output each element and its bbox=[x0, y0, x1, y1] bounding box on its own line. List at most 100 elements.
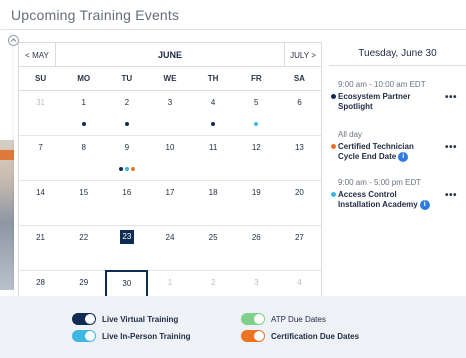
day-number: 12 bbox=[251, 143, 261, 152]
calendar-day[interactable]: 9 bbox=[105, 136, 148, 180]
agenda-event[interactable]: 9:00 am - 5:00 pm EDT Access Control Inst… bbox=[329, 178, 466, 211]
calendar-day[interactable]: 17 bbox=[148, 181, 191, 225]
event-dot bbox=[130, 167, 135, 171]
weekday-header: SU MO TU WE TH FR SA bbox=[19, 67, 321, 91]
event-time: 9:00 am - 10:00 am EDT bbox=[338, 80, 426, 89]
agenda-date: Tuesday, June 30 bbox=[329, 42, 466, 66]
agenda-event[interactable]: 9:00 am - 10:00 am EDT Ecosystem Partner … bbox=[329, 80, 466, 112]
calendar-day[interactable]: 3 bbox=[148, 91, 191, 135]
calendar-day[interactable]: 12 bbox=[235, 136, 278, 180]
collapse-icon[interactable] bbox=[8, 35, 19, 46]
calendar-week: 7 8 9 10 11 12 13 bbox=[19, 136, 321, 181]
widget-title: Upcoming Training Events bbox=[11, 7, 180, 23]
calendar-day[interactable]: 13 bbox=[278, 136, 321, 180]
calendar-day[interactable]: 31 bbox=[19, 91, 62, 135]
legend-toggle[interactable] bbox=[72, 330, 96, 342]
day-number: 1 bbox=[167, 278, 173, 287]
calendar-day[interactable]: 7 bbox=[19, 136, 62, 180]
calendar-day[interactable]: 6 bbox=[278, 91, 321, 135]
calendar-day[interactable]: 21 bbox=[19, 226, 62, 270]
event-dot bbox=[81, 122, 86, 126]
event-dot bbox=[124, 122, 129, 126]
toggle-knob bbox=[85, 331, 95, 341]
info-icon[interactable]: i bbox=[398, 152, 409, 162]
day-number: 26 bbox=[251, 233, 261, 242]
calendar-day[interactable]: 19 bbox=[235, 181, 278, 225]
day-number: 22 bbox=[79, 233, 89, 242]
weekday-label: MO bbox=[77, 74, 91, 83]
weekday-label: WE bbox=[163, 74, 177, 83]
calendar-day[interactable]: 24 bbox=[148, 226, 191, 270]
calendar-day[interactable]: 22 bbox=[62, 226, 105, 270]
legend-label: Live In-Person Training bbox=[102, 331, 191, 341]
day-number: 24 bbox=[165, 233, 175, 242]
more-options-icon[interactable]: ••• bbox=[445, 142, 457, 153]
event-title: Ecosystem Partner Spotlight bbox=[338, 92, 411, 111]
calendar-day[interactable]: 27 bbox=[278, 226, 321, 270]
month-calendar: < MAY JUNE JULY > SU MO TU WE TH FR SA 31 1 2 3 4 5… bbox=[18, 42, 322, 317]
prev-month-button[interactable]: < MAY bbox=[19, 43, 56, 67]
calendar-day[interactable]: 16 bbox=[105, 181, 148, 225]
day-number: 8 bbox=[81, 143, 86, 152]
calendar-day[interactable]: 20 bbox=[278, 181, 321, 225]
event-time: All day bbox=[338, 130, 363, 139]
calendar-day[interactable]: 14 bbox=[19, 181, 62, 225]
day-number: 4 bbox=[210, 98, 216, 107]
calendar-day[interactable]: 10 bbox=[148, 136, 191, 180]
event-dot bbox=[124, 167, 129, 171]
day-number: 16 bbox=[122, 188, 132, 197]
event-color-dot bbox=[331, 94, 336, 99]
more-options-icon[interactable]: ••• bbox=[445, 190, 457, 201]
agenda-event[interactable]: All day Certified Technician Cycle End Da… bbox=[329, 130, 466, 162]
toggle-knob bbox=[85, 314, 95, 324]
toggle-knob bbox=[254, 314, 264, 324]
weekday-label: TU bbox=[121, 74, 133, 83]
calendar-day[interactable]: 23 bbox=[105, 226, 148, 270]
day-number: 30 bbox=[122, 279, 132, 288]
event-dots bbox=[235, 122, 278, 126]
more-options-icon[interactable]: ••• bbox=[445, 92, 457, 103]
day-number: 27 bbox=[294, 233, 304, 242]
day-number: 2 bbox=[210, 278, 216, 287]
calendar-day[interactable]: 8 bbox=[62, 136, 105, 180]
legend-toggle[interactable] bbox=[241, 313, 265, 325]
day-number: 13 bbox=[294, 143, 304, 152]
legend-item: Certification Due Dates bbox=[241, 330, 359, 342]
calendar-day[interactable]: 25 bbox=[192, 226, 235, 270]
calendar-week: 21 22 23 24 25 26 27 bbox=[19, 226, 321, 271]
calendar-day[interactable]: 1 bbox=[62, 91, 105, 135]
widget-header: Upcoming Training Events bbox=[0, 0, 466, 30]
day-number: 25 bbox=[208, 233, 218, 242]
calendar-day[interactable]: 26 bbox=[235, 226, 278, 270]
day-number: 1 bbox=[81, 98, 86, 107]
info-icon[interactable]: i bbox=[419, 200, 430, 211]
event-color-dot bbox=[331, 192, 336, 198]
weekday-label: TH bbox=[207, 74, 219, 83]
calendar-week: 31 1 2 3 4 5 6 bbox=[19, 91, 321, 136]
legend-label: Live Virtual Training bbox=[102, 314, 179, 324]
legend-item: Live Virtual Training bbox=[72, 313, 178, 325]
day-number: 20 bbox=[294, 188, 304, 197]
next-month-button[interactable]: JULY > bbox=[284, 43, 321, 67]
legend-toggle[interactable] bbox=[72, 313, 96, 325]
calendar-day[interactable]: 2 bbox=[105, 91, 148, 135]
event-dot bbox=[211, 122, 216, 126]
calendar-nav: < MAY JUNE JULY > bbox=[19, 43, 321, 67]
day-number: 4 bbox=[297, 278, 302, 287]
calendar-week: 14 15 16 17 18 19 20 bbox=[19, 181, 321, 226]
calendar-panel: < MAY JUNE JULY > SU MO TU WE TH FR SA 31 1 2 3 4 5… bbox=[14, 30, 466, 317]
day-agenda: Tuesday, June 30 9:00 am - 10:00 am EDT E… bbox=[329, 42, 466, 211]
event-dot bbox=[118, 167, 123, 171]
event-color-dot bbox=[331, 144, 336, 149]
calendar-day[interactable]: 18 bbox=[192, 181, 235, 225]
calendar-day[interactable]: 5 bbox=[235, 91, 278, 135]
event-title: Certified Technician Cycle End Date i bbox=[338, 142, 414, 162]
calendar-day[interactable]: 11 bbox=[192, 136, 235, 180]
day-number: 17 bbox=[165, 188, 175, 197]
calendar-day[interactable]: 4 bbox=[192, 91, 235, 135]
legend: Live Virtual Training ATP Due Dates Live I… bbox=[0, 296, 466, 358]
background-photo-stripe bbox=[0, 150, 14, 160]
weekday-label: SA bbox=[293, 74, 305, 83]
calendar-day[interactable]: 15 bbox=[62, 181, 105, 225]
legend-toggle[interactable] bbox=[241, 330, 265, 342]
